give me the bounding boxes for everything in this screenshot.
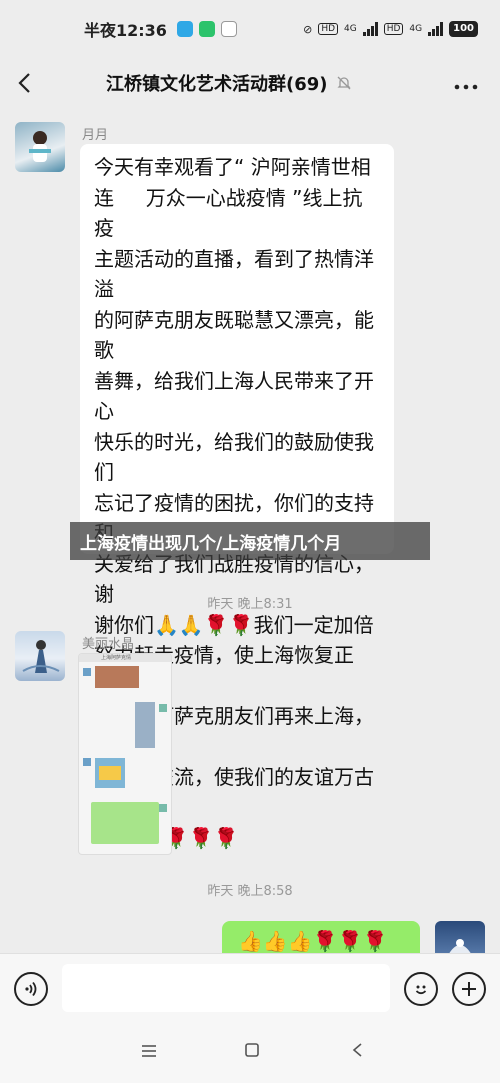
voice-icon [25, 981, 37, 997]
back-button[interactable] [0, 58, 50, 108]
hd-badge-1: HD [318, 23, 339, 35]
avatar-figure-icon [22, 640, 60, 673]
time-stamp: 昨天 晚上8:58 [207, 884, 293, 899]
dnd-icon: ⊘ [303, 22, 313, 36]
home-button[interactable] [240, 1041, 264, 1065]
bell-mute-icon [336, 75, 352, 91]
avatar-figure-icon [29, 131, 51, 162]
plus-icon [462, 982, 476, 996]
home-square-icon [245, 1043, 259, 1057]
more-dots-icon [454, 84, 478, 89]
avatar-figure-icon [449, 939, 471, 953]
avatar-yueyue[interactable] [15, 122, 65, 172]
network-label-2: 4G [409, 24, 423, 34]
self-message-bubble[interactable]: 👍👍👍🌹🌹🌹 [222, 921, 420, 953]
chevron-left-icon [18, 73, 30, 93]
input-bar [0, 953, 500, 1023]
image-caption: 上海阿萨克情 [101, 655, 132, 661]
hd-badge-2: HD [383, 23, 404, 35]
network-label-1: 4G [344, 24, 357, 34]
menu-icon [142, 1045, 156, 1057]
message-bubble[interactable]: 今天有幸观看了“ 沪阿亲情世相 连 万众一心战疫情 ”线上抗疫 主题活动的直播，… [80, 144, 394, 850]
avatar-meilishuijing[interactable] [15, 631, 65, 681]
title-bar: 江桥镇文化艺术活动群(69) [0, 58, 500, 108]
signal-icon-2 [428, 22, 444, 36]
plane-app-icon [176, 21, 193, 37]
message-input[interactable] [62, 964, 390, 1012]
emoji-icon [415, 985, 427, 995]
sender-name: 美丽水晶 [82, 637, 135, 652]
avatar-self[interactable] [435, 921, 485, 953]
back-triangle-icon [352, 1043, 362, 1057]
menu-button[interactable] [137, 1041, 161, 1065]
status-time: 半夜12:36 [84, 21, 167, 40]
image-message[interactable]: 上海阿萨克情 [78, 653, 172, 855]
nav-back-button[interactable] [345, 1041, 369, 1065]
sender-name: 月月 [82, 128, 109, 143]
plus-button[interactable] [452, 972, 486, 1006]
time-stamp: 昨天 晚上8:31 [207, 597, 293, 612]
emoji-button[interactable] [404, 972, 438, 1006]
chat-title: 江桥镇文化艺术活动群(69) [106, 74, 328, 95]
more-button[interactable] [454, 71, 478, 96]
voice-button[interactable] [14, 972, 48, 1006]
chat-screenshot-thumbnail [79, 654, 171, 844]
green-app-icon [198, 21, 215, 37]
status-app-icons [176, 21, 237, 37]
signal-icon-1 [362, 22, 378, 36]
overlay-banner: 上海疫情出现几个/上海疫情几个月 [70, 522, 430, 560]
play-app-icon [220, 21, 237, 37]
battery-icon: 100 [449, 21, 478, 37]
nav-bar [0, 1023, 500, 1083]
status-bar: 半夜12:36 ⊘ HD 4G HD 4G 100 [0, 0, 500, 58]
status-right: ⊘ HD 4G HD 4G 100 [303, 21, 478, 37]
